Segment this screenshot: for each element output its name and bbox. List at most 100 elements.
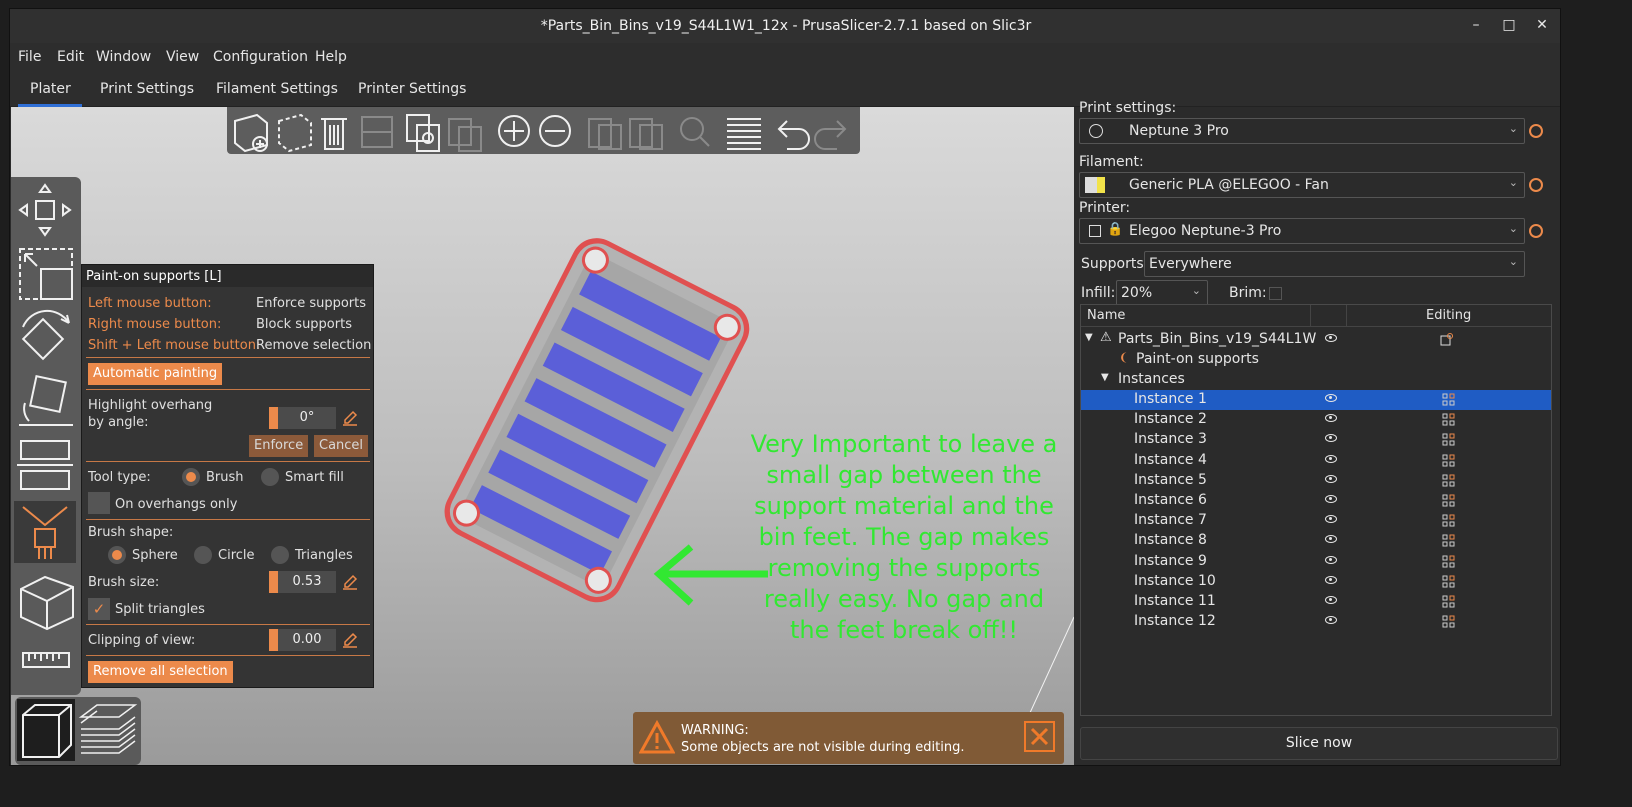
overhang-angle-field[interactable]: 0° [269, 407, 336, 429]
edit-instance-icon[interactable] [1442, 474, 1455, 487]
instance-row[interactable]: Instance 8 [1081, 531, 1551, 551]
edit-icon[interactable] [342, 410, 358, 426]
edit-instance-icon[interactable] [1442, 534, 1455, 547]
minimize-icon[interactable]: – [1466, 15, 1486, 35]
cut-icon[interactable] [17, 440, 73, 490]
col-name[interactable]: Name [1087, 308, 1125, 323]
print-profile-combo[interactable]: Neptune 3 Pro ⌄ [1079, 118, 1525, 144]
edit-instance-icon[interactable] [1442, 595, 1455, 608]
3d-view-icon[interactable] [17, 699, 75, 761]
instances-row[interactable]: ▼ Instances [1081, 370, 1551, 390]
search-icon[interactable] [680, 117, 710, 147]
menu-edit[interactable]: Edit [57, 49, 84, 65]
cancel-button[interactable]: Cancel [314, 435, 369, 457]
instance-row[interactable]: Instance 4 [1081, 451, 1551, 471]
edit-instance-icon[interactable] [1442, 575, 1455, 588]
expand-arrow-icon[interactable]: ▼ [1085, 332, 1093, 343]
tab-plater[interactable]: Plater [30, 81, 71, 97]
cube-view-icon[interactable] [20, 575, 74, 631]
eye-icon[interactable] [1325, 616, 1337, 625]
place-on-face-icon[interactable] [19, 375, 73, 426]
edit-object-icon[interactable] [1440, 333, 1453, 346]
rotate-icon[interactable] [21, 309, 70, 361]
paint-supports-row[interactable]: ❨ Paint-on supports [1081, 350, 1551, 370]
split-objects-icon[interactable] [588, 118, 622, 150]
3d-viewport[interactable]: Paint-on supports [L] Left mouse button:… [11, 107, 1074, 765]
gear-icon[interactable] [1529, 224, 1543, 238]
eye-icon[interactable] [1325, 474, 1337, 483]
brush-radio[interactable] [182, 468, 200, 486]
eye-icon[interactable] [1325, 495, 1337, 503]
eye-icon[interactable] [1325, 535, 1337, 544]
brush-size-field[interactable]: 0.53 [269, 571, 336, 593]
instance-row[interactable]: Instance 12 [1081, 612, 1551, 632]
close-warning-icon[interactable] [1024, 721, 1056, 753]
tab-printer-settings[interactable]: Printer Settings [358, 81, 466, 97]
preview-icon[interactable] [78, 704, 138, 754]
clipping-field[interactable]: 0.00 [269, 629, 336, 651]
supports-combo[interactable]: Everywhere ⌄ [1144, 251, 1525, 277]
edit-instance-icon[interactable] [1442, 413, 1455, 426]
brim-checkbox[interactable] [1269, 287, 1282, 300]
edit-instance-icon[interactable] [1442, 393, 1455, 406]
instance-row[interactable]: Instance 7 [1081, 511, 1551, 531]
eye-icon[interactable] [1325, 454, 1337, 463]
eye-icon[interactable] [1325, 515, 1337, 524]
move-icon[interactable] [18, 183, 72, 237]
tab-filament-settings[interactable]: Filament Settings [216, 81, 338, 97]
instance-row[interactable]: Instance 2 [1081, 410, 1551, 430]
eye-icon[interactable] [1325, 334, 1337, 342]
overhangs-only-checkbox[interactable] [88, 492, 110, 514]
trash-icon[interactable] [321, 118, 347, 150]
eye-icon[interactable] [1325, 434, 1337, 443]
infill-combo[interactable]: 20% ⌄ [1116, 280, 1208, 306]
automatic-painting-button[interactable]: Automatic painting [88, 363, 223, 385]
col-editing[interactable]: Editing [1426, 308, 1471, 323]
layers-editing-icon[interactable] [727, 118, 761, 150]
undo-icon[interactable] [777, 120, 810, 150]
gear-icon[interactable] [1529, 178, 1543, 192]
filament-profile-combo[interactable]: Generic PLA @ELEGOO - Fan ⌄ [1079, 172, 1525, 198]
copy-icon[interactable] [406, 114, 440, 152]
eye-icon[interactable] [1325, 555, 1337, 564]
sphere-radio[interactable] [108, 546, 126, 564]
eye-icon[interactable] [1325, 575, 1337, 584]
menu-help[interactable]: Help [315, 49, 347, 65]
split-parts-icon[interactable] [629, 118, 663, 150]
edit-instance-icon[interactable] [1442, 615, 1455, 628]
edit-instance-icon[interactable] [1442, 555, 1455, 568]
triangles-radio[interactable] [271, 546, 289, 564]
menu-file[interactable]: File [18, 49, 41, 65]
paste-icon[interactable] [448, 118, 482, 152]
instance-row[interactable]: Instance 9 [1081, 552, 1551, 572]
edit-icon[interactable] [342, 632, 358, 648]
expand-arrow-icon[interactable]: ▼ [1101, 372, 1109, 383]
add-instance-icon[interactable] [498, 115, 530, 147]
edit-icon[interactable] [342, 574, 358, 590]
close-icon[interactable]: ✕ [1532, 15, 1552, 35]
instance-row[interactable]: Instance 5 [1081, 471, 1551, 491]
object-row[interactable]: ▼ ⚠ Parts_Bin_Bins_v19_S44L1W [1081, 330, 1551, 350]
eye-icon[interactable] [1325, 414, 1337, 423]
menu-configuration[interactable]: Configuration [213, 49, 308, 65]
redo-icon[interactable] [814, 120, 847, 150]
menu-view[interactable]: View [166, 49, 199, 65]
menu-window[interactable]: Window [96, 49, 151, 65]
circle-radio[interactable] [194, 546, 212, 564]
edit-instance-icon[interactable] [1442, 454, 1455, 467]
measure-icon[interactable] [22, 652, 70, 668]
edit-instance-icon[interactable] [1442, 494, 1455, 507]
enforce-button[interactable]: Enforce [249, 435, 309, 457]
edit-instance-icon[interactable] [1442, 514, 1455, 527]
add-object-icon[interactable] [234, 113, 268, 153]
instance-row[interactable]: Instance 3 [1081, 430, 1551, 450]
instance-row[interactable]: Instance 1 [1081, 390, 1551, 410]
edit-instance-icon[interactable] [1442, 433, 1455, 446]
remove-instance-icon[interactable] [539, 115, 571, 147]
arrange-icon[interactable] [361, 116, 393, 148]
split-triangles-checkbox[interactable]: ✓ [88, 598, 110, 620]
eye-icon[interactable] [1325, 394, 1337, 402]
remove-all-selection-button[interactable]: Remove all selection [88, 661, 233, 683]
printer-profile-combo[interactable]: 🔒 Elegoo Neptune-3 Pro ⌄ [1079, 218, 1525, 244]
paint-supports-icon[interactable] [14, 501, 76, 563]
